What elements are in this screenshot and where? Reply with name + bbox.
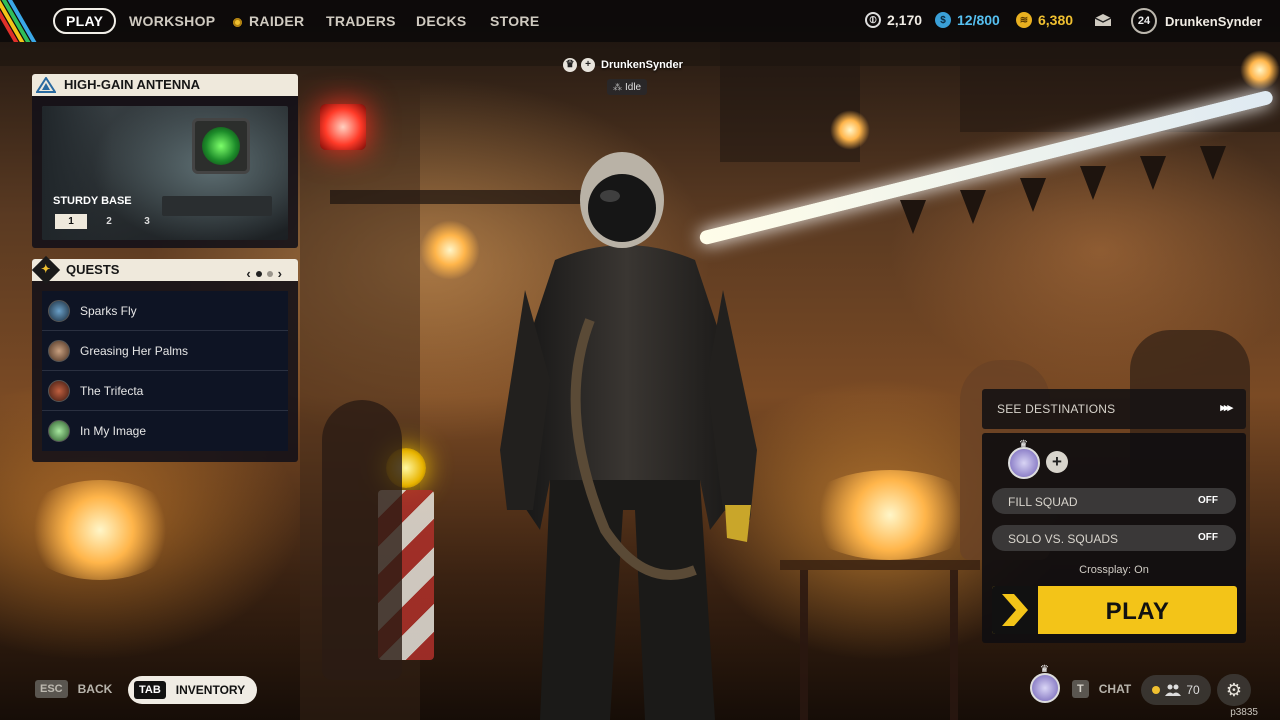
back-label: BACK [77,682,113,696]
currency-creds[interactable]: ⦶ 2,170 [865,12,922,28]
squad-panel: ♛ + FILL SQUAD OFF SOLO VS. SQUADS OFF C… [982,433,1246,643]
nav-store[interactable]: STORE [490,13,539,29]
antenna-header: HIGH-GAIN ANTENNA [32,74,298,96]
chevron-left-icon[interactable]: ‹ [246,263,250,285]
token-icon: $ [935,12,951,28]
quest-giver-icon [48,379,70,402]
quest-giver-icon [48,299,70,322]
player-tag: ♛ + DrunkenSynder [563,58,683,72]
radar-monitor [192,118,250,174]
tier-1[interactable]: 1 [55,214,87,229]
tokens-value: 12/800 [957,12,1000,28]
quest-name: Greasing Her Palms [80,343,189,358]
quest-giver-icon [48,339,70,362]
add-squad-member-button[interactable]: + [1046,451,1068,473]
crown-icon: ♛ [563,58,577,72]
player-level-badge[interactable]: 24 [1131,8,1157,34]
fill-squad-toggle[interactable]: FILL SQUAD OFF [992,488,1236,514]
quest-name: The Trifecta [80,383,144,398]
nav-traders[interactable]: TRADERS [326,13,396,29]
nav-raider-label: RAIDER [249,13,305,29]
status-label: Idle [625,82,642,93]
raider-character [500,152,757,720]
play-button[interactable]: PLAY [992,586,1237,634]
cred-icon: ⦶ [865,12,881,28]
currency-coins[interactable]: ≋ 6,380 [1016,12,1073,28]
quest-item[interactable]: Sparks Fly [42,291,288,331]
settings-gear-icon[interactable]: ⚙ [1217,674,1251,706]
brand-stripes [0,0,48,42]
inventory-label: INVENTORY [175,683,246,697]
creds-value: 2,170 [887,12,923,28]
username[interactable]: DrunkenSynder [1165,14,1262,29]
back-button[interactable]: ESC BACK [35,680,112,698]
crown-icon: ♛ [1040,664,1049,675]
tab-key: TAB [134,681,166,699]
page-dot-1[interactable] [255,271,262,277]
coins-value: 6,380 [1038,12,1074,28]
solo-vs-squads-value: OFF [1198,532,1218,543]
nav-raider[interactable]: RAIDER [233,13,304,29]
squad-leader-avatar[interactable] [1008,447,1040,479]
friends-button[interactable]: 70 [1141,675,1211,705]
crossplay-status: Crossplay: On [1079,564,1149,576]
tier-selector: 1 2 3 [55,214,163,229]
chevron-right-icon [992,586,1038,634]
antenna-subtitle: STURDY BASE [53,195,132,207]
fast-forward-icon: ▸▸▸ [1220,402,1233,414]
quest-pager: ‹ › [246,263,282,285]
fill-squad-value: OFF [1198,495,1218,506]
quest-list: Sparks Fly Greasing Her Palms The Trifec… [42,291,288,451]
fill-squad-label: FILL SQUAD [1008,495,1078,509]
nav-decks[interactable]: DECKS [416,13,467,29]
solo-vs-squads-toggle[interactable]: SOLO VS. SQUADS OFF [992,525,1236,551]
see-destinations-button[interactable]: SEE DESTINATIONS ▸▸▸ [982,389,1246,429]
tier-2[interactable]: 2 [93,214,125,229]
friends-icon [1165,684,1182,696]
triangle-icon [36,77,56,93]
nav-workshop[interactable]: WORKSHOP [129,13,215,29]
quests-panel: ✦ QUESTS ‹ › Sparks Fly Greasing Her Pal… [31,255,298,462]
tier-3[interactable]: 3 [131,214,163,229]
quest-giver-icon [48,420,70,442]
quest-item[interactable]: The Trifecta [42,371,288,411]
status-icon: ⁂ [613,82,622,92]
antenna-title: HIGH-GAIN ANTENNA [64,77,201,92]
solo-vs-squads-label: SOLO VS. SQUADS [1008,532,1119,546]
friends-count: 70 [1186,683,1200,697]
player-avatar[interactable] [1030,673,1060,703]
destinations-label: SEE DESTINATIONS [997,402,1116,416]
top-nav-bar: PLAY WORKSHOP RAIDER TRADERS DECKS STORE… [0,0,1280,42]
online-icon [1152,686,1161,694]
chat-button[interactable]: T CHAT [1072,680,1131,698]
esc-key: ESC [35,680,68,698]
add-friend-icon[interactable]: + [581,58,595,72]
player-name: DrunkenSynder [601,59,683,71]
antenna-panel[interactable]: HIGH-GAIN ANTENNA STURDY BASE 1 2 3 [32,74,298,248]
currency-tokens[interactable]: $ 12/800 [935,12,1000,28]
page-dot-2[interactable] [266,271,273,277]
quest-name: In My Image [80,424,147,438]
player-status: ⁂ Idle [607,79,648,95]
chevron-right-icon[interactable]: › [278,263,282,285]
nav-play[interactable]: PLAY [53,8,117,34]
inventory-button[interactable]: TAB INVENTORY [128,676,258,704]
quest-item[interactable]: In My Image [42,411,288,451]
mail-icon[interactable] [1094,13,1112,27]
quests-title: QUESTS [66,262,120,277]
quest-icon: ✦ [31,255,61,285]
coins-icon: ≋ [1016,12,1032,28]
quest-item[interactable]: Greasing Her Palms [42,331,288,371]
chat-label: CHAT [1098,682,1132,696]
quest-name: Sparks Fly [80,303,137,318]
play-label: PLAY [1105,598,1170,625]
crown-icon: ♛ [1019,439,1028,450]
raider-icon [233,17,242,27]
quests-header: ✦ QUESTS ‹ › [31,255,298,285]
build-id: p3835 [1230,707,1258,718]
chat-key: T [1072,680,1089,698]
